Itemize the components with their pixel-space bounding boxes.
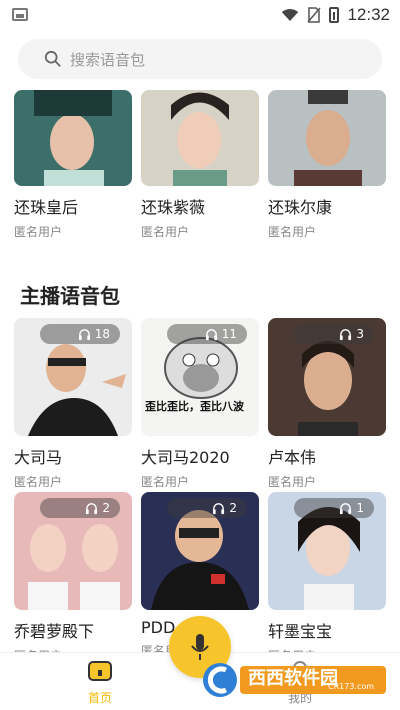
clock: 12:32	[347, 5, 390, 24]
battery-icon	[329, 7, 340, 23]
voice-pack-thumbnail	[14, 90, 132, 186]
listen-count: 18	[94, 327, 110, 341]
voice-pack-name: 大司马	[14, 448, 63, 467]
status-bar: 12:32	[0, 0, 400, 30]
search-input[interactable]: 搜索语音包	[18, 39, 382, 79]
voice-pack-card[interactable]: 1 轩墨宝宝 匿名用户	[268, 492, 386, 664]
voice-pack-card[interactable]: 还珠尔康 匿名用户	[268, 90, 386, 240]
voice-pack-thumbnail	[268, 90, 386, 186]
listen-count-badge: 18	[40, 324, 120, 344]
voice-pack-thumbnail	[141, 90, 259, 186]
headphones-icon	[340, 328, 352, 340]
headphones-icon	[78, 328, 90, 340]
voice-pack-thumbnail: 1	[268, 492, 386, 610]
watermark-text: 西西软件园	[248, 668, 338, 689]
voice-pack-name: 轩墨宝宝	[268, 622, 333, 641]
listen-count: 2	[229, 501, 237, 515]
voice-pack-card[interactable]: 2 乔碧萝殿下 匿名用户	[14, 492, 132, 664]
watermark: 西西软件园 CR173.com	[200, 660, 388, 700]
voice-pack-name: 还珠皇后	[14, 198, 79, 217]
voice-pack-name: 乔碧萝殿下	[14, 622, 95, 641]
tab-home-label: 首页	[87, 691, 112, 705]
search-icon	[44, 50, 61, 67]
headphones-icon	[213, 502, 225, 514]
voice-pack-card[interactable]: 3 卢本伟 匿名用户	[268, 318, 386, 490]
voice-pack-author: 匿名用户	[141, 475, 190, 489]
listen-count-badge: 2	[167, 498, 247, 518]
home-icon	[88, 661, 112, 681]
voice-pack-name: 还珠尔康	[268, 198, 333, 217]
voice-pack-author: 匿名用户	[14, 225, 63, 239]
voice-pack-card[interactable]: 还珠紫薇 匿名用户	[141, 90, 259, 240]
voice-pack-thumbnail: 歪比歪比，歪比八波 11	[141, 318, 259, 436]
headphones-icon	[205, 328, 217, 340]
wifi-icon	[282, 9, 299, 21]
voice-pack-author: 匿名用户	[14, 475, 63, 489]
voice-pack-card[interactable]: 歪比歪比，歪比八波 11 大司马2020 匿名用户	[141, 318, 259, 490]
image-icon	[12, 8, 28, 21]
voice-pack-name: 卢本伟	[268, 448, 317, 467]
listen-count-badge: 3	[294, 324, 374, 344]
no-sim-icon	[307, 7, 322, 23]
voice-pack-thumbnail: 3	[268, 318, 386, 436]
voice-pack-author: 匿名用户	[268, 225, 317, 239]
tab-home[interactable]: 首页	[80, 659, 120, 706]
search-placeholder: 搜索语音包	[70, 50, 146, 69]
microphone-icon	[191, 634, 209, 660]
voice-pack-card[interactable]: 还珠皇后 匿名用户	[14, 90, 132, 240]
voice-pack-thumbnail: 18	[14, 318, 132, 436]
watermark-url: CR173.com	[328, 682, 375, 691]
voice-pack-author: 匿名用户	[268, 475, 317, 489]
listen-count: 11	[221, 327, 237, 341]
section-title: 主播语音包	[20, 284, 120, 308]
listen-count: 2	[102, 501, 110, 515]
meme-caption: 歪比歪比，歪比八波	[145, 400, 244, 413]
headphones-icon	[86, 502, 98, 514]
voice-pack-author: 匿名用户	[141, 225, 190, 239]
listen-count-badge: 2	[40, 498, 120, 518]
headphones-icon	[340, 502, 352, 514]
listen-count-badge: 11	[167, 324, 247, 344]
listen-count-badge: 1	[294, 498, 374, 518]
voice-pack-card[interactable]: 18 大司马 匿名用户	[14, 318, 132, 490]
voice-pack-thumbnail: 2	[141, 492, 259, 610]
listen-count: 3	[356, 327, 364, 341]
voice-pack-name: 还珠紫薇	[141, 198, 206, 217]
listen-count: 1	[356, 501, 364, 515]
voice-pack-name: 大司马2020	[141, 448, 230, 467]
voice-pack-thumbnail: 2	[14, 492, 132, 610]
